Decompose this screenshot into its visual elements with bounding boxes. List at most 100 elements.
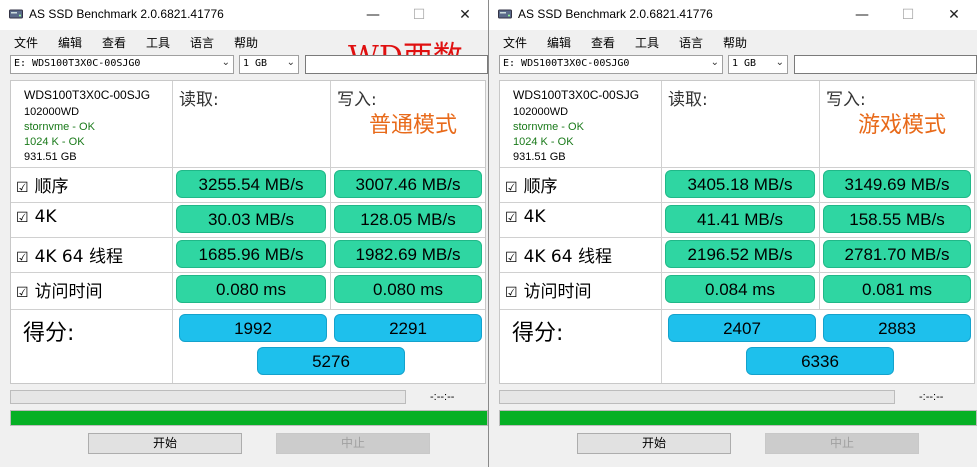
4k64-write-value: 2781.70 MB/s — [823, 240, 971, 268]
row-seq-text: 顺序 — [523, 177, 558, 197]
seq-write-value: 3149.69 MB/s — [823, 170, 971, 198]
info-text-field[interactable] — [305, 55, 488, 74]
window-title: AS SSD Benchmark 2.0.6821.41776 — [518, 7, 713, 21]
menu-tools[interactable]: 工具 — [146, 34, 170, 51]
elapsed-time: -:--:-- — [430, 391, 455, 403]
row-access-label[interactable]: ☑ 访问时间 — [16, 277, 103, 302]
menu-view[interactable]: 查看 — [591, 34, 615, 51]
minimize-icon[interactable]: — — [839, 0, 885, 30]
row-access-text: 访问时间 — [523, 282, 592, 302]
maximize-icon[interactable]: ☐ — [396, 0, 442, 30]
title-bar[interactable]: AS SSD Benchmark 2.0.6821.41776 — ☐ ✕ — [0, 0, 488, 30]
chevron-down-icon: ⌄ — [710, 57, 719, 68]
menu-help[interactable]: 帮助 — [234, 34, 258, 51]
driver-status: stornvme - OK — [24, 121, 95, 133]
row-4k64-label[interactable]: ☑ 4K 64 线程 — [505, 242, 612, 267]
score-read: 2407 — [668, 314, 816, 342]
info-text-field[interactable] — [794, 55, 977, 74]
test-progress-bar — [10, 390, 406, 404]
row-divider — [11, 237, 485, 238]
menu-language[interactable]: 语言 — [679, 34, 703, 51]
row-4k-label[interactable]: ☑ 4K — [505, 207, 546, 227]
chevron-down-icon: ⌄ — [221, 57, 230, 68]
row-divider — [11, 167, 485, 168]
checkbox-checked-icon[interactable]: ☑ — [505, 210, 518, 226]
row-divider — [500, 167, 974, 168]
access-write-value: 0.081 ms — [823, 275, 971, 303]
menu-help[interactable]: 帮助 — [723, 34, 747, 51]
drive-firmware: 102000WD — [513, 106, 569, 118]
alignment-status: 1024 K - OK — [513, 136, 574, 148]
row-4k64-text: 4K 64 线程 — [523, 247, 612, 267]
row-divider — [500, 202, 974, 203]
close-icon[interactable]: ✕ — [931, 0, 977, 30]
checkbox-checked-icon[interactable]: ☑ — [505, 180, 518, 196]
checkbox-checked-icon[interactable]: ☑ — [16, 250, 29, 266]
size-select-value: 1 GB — [732, 58, 757, 69]
4k-write-value: 158.55 MB/s — [823, 205, 971, 233]
start-button[interactable]: 开始 — [88, 433, 242, 454]
row-4k-label[interactable]: ☑ 4K — [16, 207, 57, 227]
drive-select-value: E: WDS100T3X0C-00SJG0 — [503, 58, 630, 69]
chevron-down-icon: ⌄ — [286, 57, 295, 68]
row-divider — [11, 202, 485, 203]
overall-progress-bar — [10, 410, 488, 426]
drive-select[interactable]: E: WDS100T3X0C-00SJG0 ⌄ — [10, 55, 234, 74]
read-header: 读取: — [668, 90, 708, 110]
checkbox-checked-icon[interactable]: ☑ — [505, 250, 518, 266]
size-select-value: 1 GB — [243, 58, 268, 69]
row-divider — [500, 272, 974, 273]
checkbox-checked-icon[interactable]: ☑ — [505, 285, 518, 301]
row-4k64-text: 4K 64 线程 — [34, 247, 123, 267]
col-divider — [661, 81, 662, 309]
score-total: 6336 — [746, 347, 894, 375]
col-divider — [172, 81, 173, 309]
maximize-icon[interactable]: ☐ — [885, 0, 931, 30]
menu-edit[interactable]: 编辑 — [547, 34, 571, 51]
size-select[interactable]: 1 GB ⌄ — [239, 55, 299, 74]
size-select[interactable]: 1 GB ⌄ — [728, 55, 788, 74]
checkbox-checked-icon[interactable]: ☑ — [16, 285, 29, 301]
score-read: 1992 — [179, 314, 327, 342]
benchmark-window-normal: AS SSD Benchmark 2.0.6821.41776 — ☐ ✕ 文件… — [0, 0, 488, 467]
row-access-text: 访问时间 — [34, 282, 103, 302]
access-read-value: 0.080 ms — [176, 275, 326, 303]
abort-button[interactable]: 中止 — [765, 433, 919, 454]
start-button[interactable]: 开始 — [577, 433, 731, 454]
progress-fill — [500, 411, 976, 425]
score-label: 得分: — [23, 321, 75, 346]
seq-read-value: 3405.18 MB/s — [665, 170, 815, 198]
test-progress-bar — [499, 390, 895, 404]
minimize-icon[interactable]: — — [350, 0, 396, 30]
checkbox-checked-icon[interactable]: ☑ — [16, 210, 29, 226]
4k64-write-value: 1982.69 MB/s — [334, 240, 482, 268]
menu-file[interactable]: 文件 — [503, 34, 527, 51]
abort-button[interactable]: 中止 — [276, 433, 430, 454]
row-seq-label[interactable]: ☑ 顺序 — [505, 172, 558, 197]
menu-file[interactable]: 文件 — [14, 34, 38, 51]
checkbox-checked-icon[interactable]: ☑ — [16, 180, 29, 196]
row-4k-text: 4K — [523, 207, 546, 227]
drive-select[interactable]: E: WDS100T3X0C-00SJG0 ⌄ — [499, 55, 723, 74]
col-divider — [661, 309, 662, 383]
results-panel: WDS100T3X0C-00SJG 102000WD stornvme - OK… — [499, 80, 975, 384]
alignment-status: 1024 K - OK — [24, 136, 85, 148]
menu-edit[interactable]: 编辑 — [58, 34, 82, 51]
drive-icon — [9, 9, 23, 19]
row-4k64-label[interactable]: ☑ 4K 64 线程 — [16, 242, 123, 267]
menu-tools[interactable]: 工具 — [635, 34, 659, 51]
row-4k-text: 4K — [34, 207, 57, 227]
score-label: 得分: — [512, 321, 564, 346]
menu-language[interactable]: 语言 — [190, 34, 214, 51]
drive-capacity: 931.51 GB — [24, 151, 77, 163]
row-access-label[interactable]: ☑ 访问时间 — [505, 277, 592, 302]
close-icon[interactable]: ✕ — [442, 0, 488, 30]
row-divider — [11, 272, 485, 273]
menu-view[interactable]: 查看 — [102, 34, 126, 51]
seq-read-value: 3255.54 MB/s — [176, 170, 326, 198]
title-bar[interactable]: AS SSD Benchmark 2.0.6821.41776 — ☐ ✕ — [489, 0, 977, 30]
access-read-value: 0.084 ms — [665, 275, 815, 303]
menu-bar: 文件 编辑 查看 工具 语言 帮助 — [489, 32, 977, 52]
row-seq-label[interactable]: ☑ 顺序 — [16, 172, 69, 197]
col-divider — [172, 309, 173, 383]
